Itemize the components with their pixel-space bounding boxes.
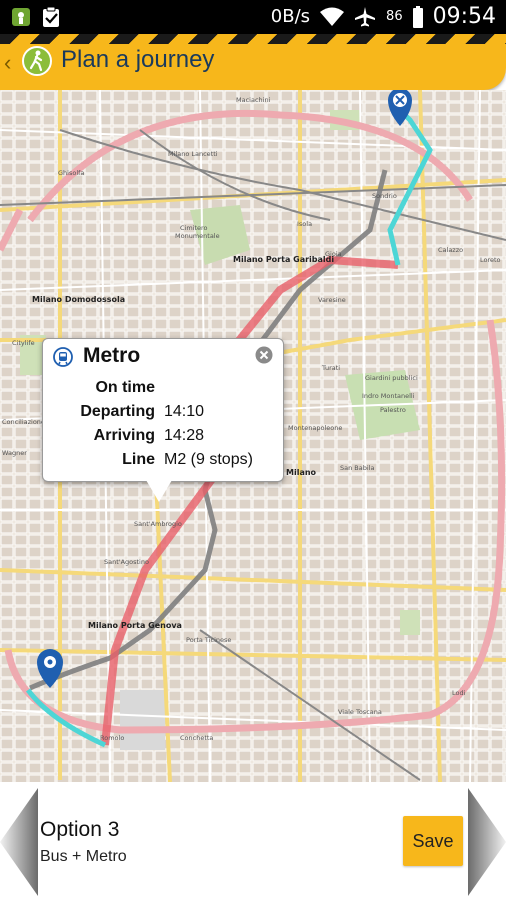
map-label: Montenapoleone [288,424,342,432]
popup-row-value: M2 (9 stops) [164,451,253,468]
map-label: Cimitero [180,224,208,232]
map-label: Conchetta [180,734,213,742]
map-label: Citylife [12,339,35,347]
popup-row-label: Arriving [93,427,155,444]
pedestrian-logo-icon[interactable] [22,46,52,76]
page-title: Plan a journey [61,46,215,73]
map-label: Wagner [2,449,27,457]
clipboard-check-icon [43,6,59,27]
map-label: Viale Toscana [338,708,382,716]
popup-status: On time [95,379,155,396]
map-label: Indro Montanelli [362,392,415,400]
save-button[interactable]: Save [403,816,463,866]
map-label: Sant'Ambrogio [134,520,182,528]
map-label: Conciliazione [2,418,45,426]
clock: 09:54 [432,4,496,29]
android-debug-icon [12,8,30,26]
map-label: Turati [321,364,340,372]
popup-pointer [146,480,172,502]
option-subtitle: Bus + Metro [40,848,127,865]
airplane-mode-icon [355,6,376,26]
map-label: Milano Porta Garibaldi [233,255,334,264]
popup-row-label: Departing [80,403,155,420]
chevron-left-icon[interactable] [0,788,40,896]
battery-icon [412,5,423,28]
chevron-right-icon[interactable] [466,788,506,896]
battery-level: 86 [386,9,403,24]
option-title: Option 3 [40,818,120,841]
map-label: Varesine [318,296,346,304]
route-info-popup: Metro On time Departing 14:10 Arriving 1… [42,338,284,482]
map-label: Loreto [480,256,501,264]
app-bar: ‹ Plan a journey [0,34,506,90]
map-label: San Babila [340,464,374,472]
network-speed: 0B/s [270,6,311,27]
map-label: Milano [286,468,317,477]
map-label: Calazzo [438,246,463,254]
popup-row-value: 14:28 [164,427,205,444]
popup-row-value: 14:10 [164,403,205,420]
rail-yard-area [120,690,165,750]
wifi-icon [320,7,345,26]
map-label: Sant'Agostino [104,558,149,566]
map-label: Romolo [100,734,124,742]
map-label: Isola [297,220,312,228]
map-label: Giardini pubblici [365,374,418,382]
map-label: Palestro [380,406,406,414]
map-label: Monumentale [175,232,220,240]
popup-title: Metro [83,344,141,367]
map-label: Porta Ticinese [186,636,231,644]
map-label: Milano Porta Genova [88,621,182,630]
metro-train-icon [53,347,73,367]
status-bar: 0B/s 86 09:54 [0,0,506,34]
map-label: Milano Domodossola [32,295,125,304]
map-label: Lodi [452,689,466,697]
close-circle-icon[interactable] [255,346,273,364]
park-area [400,610,420,635]
hazard-stripes [0,34,506,44]
map-label: Milano Lancetti [168,150,218,158]
back-chevron-icon[interactable]: ‹ [4,50,11,76]
map-label: Sondrio [372,192,397,200]
popup-row-label: Line [122,451,155,468]
map-label: Maciachini [236,96,271,104]
map-label: Ghisolfa [58,169,84,177]
